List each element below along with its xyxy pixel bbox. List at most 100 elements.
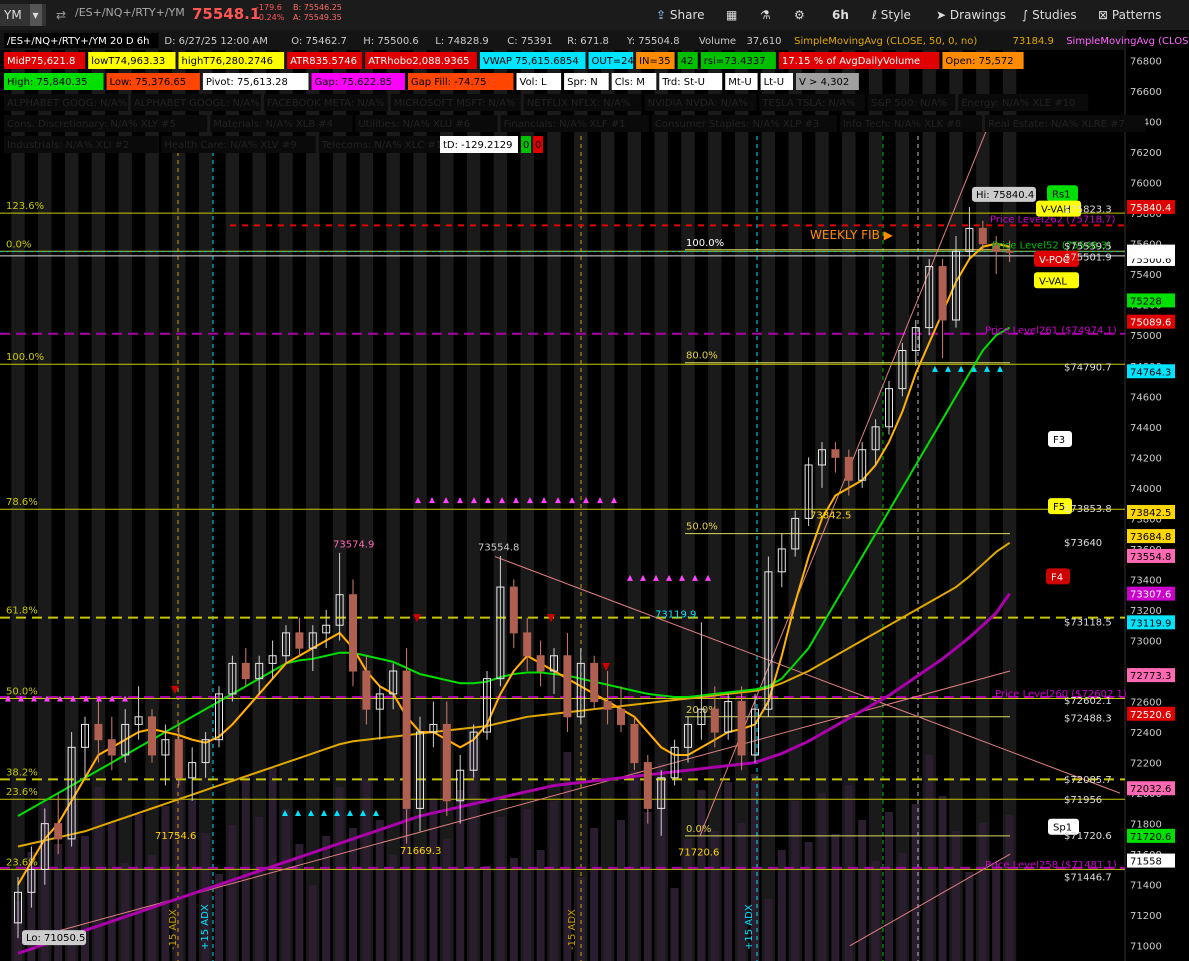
level-price-label: $74790.7 <box>1064 362 1112 373</box>
calendar-button[interactable]: ▦ <box>726 4 737 26</box>
volume-bar <box>978 823 987 961</box>
level-price-label: $72602.1 <box>1064 696 1112 707</box>
style-button[interactable]: ℓ Style <box>872 4 911 26</box>
level-tag-label: F4 <box>1051 572 1063 583</box>
volume-bar <box>925 755 934 961</box>
weekly-fib-label: WEEKLY FIB ▶ <box>810 228 894 242</box>
patterns-label: Patterns <box>1111 8 1162 22</box>
compare-button[interactable]: ⇄ <box>56 4 66 26</box>
volume-bar <box>617 820 625 961</box>
volume-bar <box>295 844 304 961</box>
sector-badge: Telecoms: N/A% XLC #11 <box>321 140 449 151</box>
volume-bar <box>844 785 853 961</box>
volume-bar <box>952 831 960 961</box>
study-badge: lowT74,963.33 <box>91 56 165 67</box>
session-stripe <box>440 30 454 961</box>
candle-body <box>509 586 518 634</box>
y-tick-label: 76000 <box>1130 179 1162 190</box>
fib-label: 38.2% <box>6 767 38 778</box>
sector-badge: Consumer Staples: N/A% XLP #3 <box>655 119 819 130</box>
bid-price: B: 75546.25 <box>293 3 342 12</box>
ohlc-value: C: 75391 <box>507 36 552 47</box>
stat-badge: Low: 75,376.65 <box>110 77 187 88</box>
sector-badge: MICROSOFT MSFT: N/A% <box>394 98 516 109</box>
session-stripe <box>868 30 883 961</box>
fib-mid-label: 80.0% <box>686 351 718 362</box>
axis-price-tag-label: 74764.3 <box>1130 367 1171 378</box>
candle-body <box>831 449 840 458</box>
volume-bar <box>1005 815 1014 961</box>
sector-badge: Utilities: N/A% XLU #6 <box>358 119 470 130</box>
sector-badge: NETFLIX NFLX: N/A% <box>527 98 631 109</box>
level-price-label: $73853.8 <box>1064 504 1112 515</box>
volume-bar <box>416 847 424 961</box>
fib-label: 0.0% <box>6 239 31 250</box>
volume-bar <box>965 872 974 961</box>
candle-body <box>442 723 451 802</box>
style-label: Style <box>880 8 911 22</box>
date-label: D: 6/27/25 12:00 AM <box>164 36 267 47</box>
level-price-label: $71720.6 <box>1064 831 1112 842</box>
volume-bar <box>389 855 398 961</box>
chart-annotation: Price Level261 ($74974.1) <box>985 326 1117 337</box>
sector-badge: TESLA TSLA: N/A% <box>761 98 855 109</box>
compare-icon: ⇄ <box>56 8 67 22</box>
study-badge: ATR835.5746 <box>290 56 357 67</box>
candle-body <box>563 655 572 718</box>
symbol-selector[interactable]: YM ▾ <box>0 4 46 26</box>
volume-bar <box>791 801 800 961</box>
timeframe-button[interactable]: 6h <box>832 4 849 26</box>
candle-body <box>737 701 746 756</box>
y-tick-label: 76200 <box>1130 148 1162 159</box>
level-tag-label: Rs1 <box>1052 189 1071 200</box>
level-price-label: $71446.7 <box>1064 873 1112 884</box>
session-stripe <box>225 30 240 961</box>
candle-body <box>94 723 103 741</box>
volume-bar <box>536 850 545 961</box>
candle-body <box>402 670 411 809</box>
level-price-label: $75501.9 <box>1064 252 1112 263</box>
settings-button[interactable]: ⚙ <box>794 4 805 26</box>
sector-badge: Financials: N/A% XLF #1 <box>504 119 626 130</box>
volume-bar <box>188 798 197 961</box>
volume-value: 37,610 <box>747 36 782 47</box>
level-price-label: $71956 <box>1064 795 1102 806</box>
sector-badge: ALPHABET GOOGL: N/A% <box>134 98 260 109</box>
y-tick-label: 72200 <box>1130 759 1162 770</box>
hilo-label: Lo: 71050.5 <box>26 933 85 944</box>
volume-bar <box>938 796 947 961</box>
candle-body <box>295 632 304 649</box>
session-stripe <box>949 30 963 961</box>
drawings-button[interactable]: ➤ Drawings <box>936 4 1006 26</box>
volume-bar <box>831 834 840 961</box>
studies-button[interactable]: ∫ Studies <box>1022 4 1077 26</box>
share-button[interactable]: ⇪ Share <box>656 4 705 26</box>
study-badge: highT76,280.2746 <box>182 56 274 67</box>
volume-bar <box>375 820 384 961</box>
sector-badge: Materials: N/A% XLB #4 <box>213 119 333 130</box>
price-chart[interactable]: 123.6% 0.0% 100.0% 78.6% 61.8% 50.0% 38.2% 23.6… <box>0 30 1189 961</box>
axis-price-tag-label: 73554.8 <box>1130 552 1171 563</box>
patterns-button[interactable]: ⊠ Patterns <box>1098 4 1161 26</box>
candle-body <box>844 456 853 481</box>
volume-bar <box>349 828 357 961</box>
candle-body <box>349 594 357 672</box>
sma50-value: 73184.9 <box>1013 36 1054 47</box>
volume-bar <box>697 790 706 961</box>
sector-badge: Cons. Discretionary: N/A% XLY #5 <box>7 119 176 130</box>
candle-body <box>978 227 987 245</box>
flask-button[interactable]: ⚗ <box>760 4 771 26</box>
session-stripe <box>118 30 132 961</box>
y-tick-label: 73400 <box>1130 575 1162 586</box>
chart-annotation: 73574.9 <box>333 539 374 550</box>
last-price: 75548.1 <box>192 5 261 23</box>
candle-body <box>938 266 947 321</box>
candle-body <box>643 762 652 809</box>
fib-mid-label: 0.0% <box>686 824 711 835</box>
axis-price-tag-label: 71558 <box>1130 857 1162 868</box>
sector-badge: Energy: N/A% XLE #10 <box>961 98 1075 109</box>
style-icon: ℓ <box>872 8 877 22</box>
gear-icon: ⚙ <box>794 8 805 22</box>
volume-bar <box>764 899 773 961</box>
chart-annotation: Price Level258 ($71481.1) <box>985 860 1117 871</box>
